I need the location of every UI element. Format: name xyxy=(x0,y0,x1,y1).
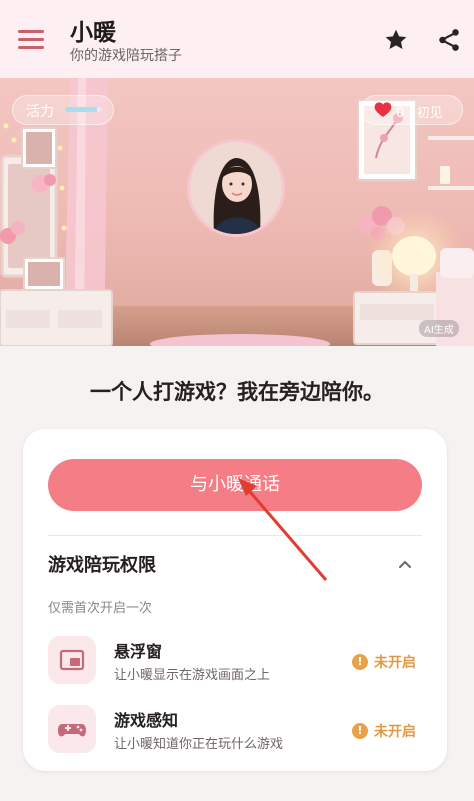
character-scene: 活力 0 · 初见 AI生成 xyxy=(0,78,474,346)
activity-bar-fill xyxy=(65,107,98,112)
permission-name: 悬浮窗 xyxy=(114,642,163,661)
permissions-title: 游戏陪玩权限 xyxy=(48,555,156,576)
affinity-badge[interactable]: 0 · 初见 xyxy=(361,95,463,125)
ai-generated-badge: AI生成 xyxy=(419,320,459,337)
character-avatar[interactable] xyxy=(187,139,285,237)
permission-status[interactable]: ! 未开启 xyxy=(352,651,426,673)
app-title: 小暖 xyxy=(70,20,116,46)
permissions-note: 仅需首次开启一次 xyxy=(48,601,153,616)
permission-name: 游戏感知 xyxy=(114,711,179,730)
star-icon[interactable] xyxy=(383,27,409,53)
affinity-text: 0 · 初见 xyxy=(396,106,443,121)
divider xyxy=(48,535,422,536)
share-icon[interactable] xyxy=(436,27,462,53)
permission-status-text: 未开启 xyxy=(374,655,416,671)
activity-label: 活力 xyxy=(26,104,54,120)
permission-status-text: 未开启 xyxy=(374,724,416,740)
call-button[interactable]: 与小暖通话 xyxy=(48,459,422,511)
app-header: 小暖 你的游戏陪玩搭子 xyxy=(0,0,474,78)
permission-desc: 让小暖知道你正在玩什么游戏 xyxy=(114,737,284,752)
warning-icon: ! xyxy=(352,723,368,739)
activity-bar xyxy=(65,107,101,112)
heart-icon xyxy=(374,102,392,117)
permission-status[interactable]: ! 未开启 xyxy=(352,720,426,742)
menu-icon[interactable] xyxy=(16,26,48,52)
permission-item-floating-window[interactable]: 悬浮窗 让小暖显示在游戏画面之上 ! 未开启 xyxy=(48,636,422,688)
chevron-up-icon[interactable] xyxy=(395,555,415,575)
floating-window-icon xyxy=(48,636,96,684)
permission-desc: 让小暖显示在游戏画面之上 xyxy=(114,668,271,683)
activity-meter: 活力 xyxy=(12,95,114,125)
app-subtitle: 你的游戏陪玩搭子 xyxy=(70,48,182,64)
warning-icon: ! xyxy=(352,654,368,670)
gamepad-icon xyxy=(48,705,96,753)
avatar-portrait xyxy=(190,142,282,234)
permission-item-game-detection[interactable]: 游戏感知 让小暖知道你正在玩什么游戏 ! 未开启 xyxy=(48,705,422,757)
headline: 一个人打游戏？我在旁边陪你。 xyxy=(90,380,384,404)
companion-card: 与小暖通话 游戏陪玩权限 仅需首次开启一次 悬浮窗 让小暖显示在游戏画面之上 !… xyxy=(23,429,447,771)
